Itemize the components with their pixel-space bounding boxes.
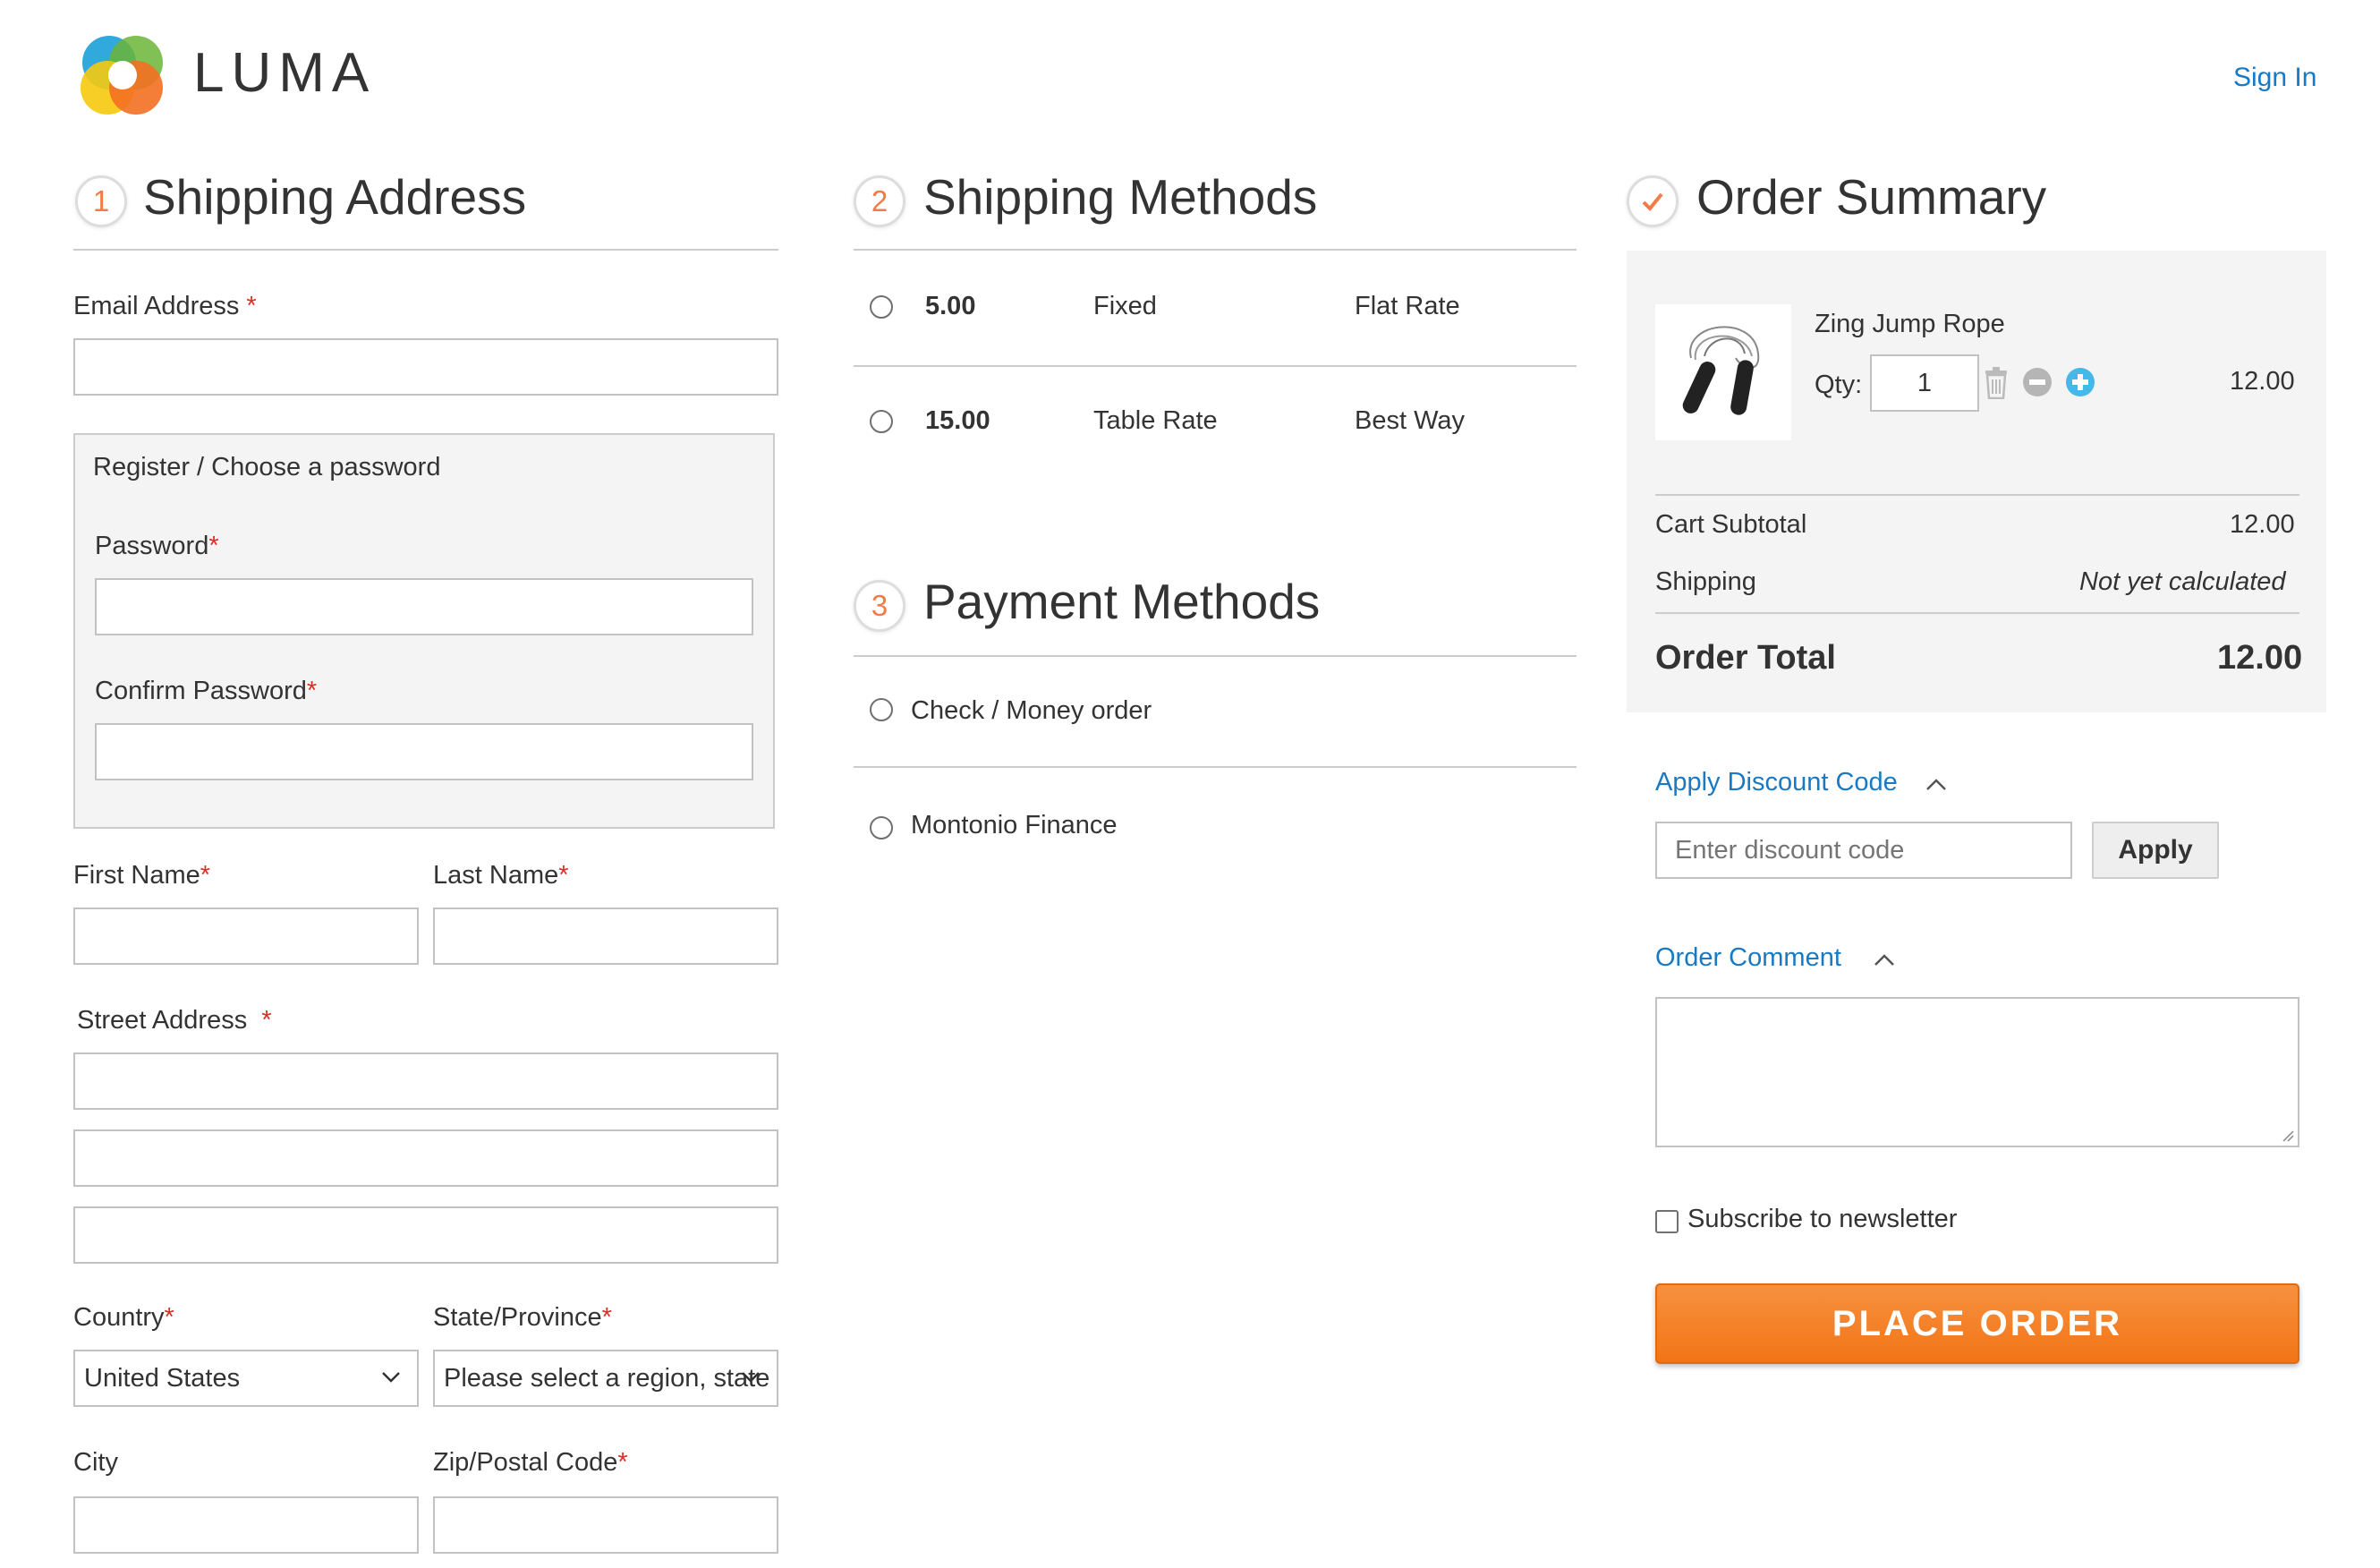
cart-subtotal-value: 12.00 — [2230, 510, 2295, 539]
first-name-field[interactable] — [73, 908, 419, 965]
street-line-1-field[interactable] — [73, 1052, 778, 1110]
logo-wordmark[interactable]: LUMA — [193, 41, 376, 105]
row-divider — [854, 766, 1577, 768]
country-label: Country* — [73, 1303, 174, 1332]
shipping-method-name: Fixed — [1093, 292, 1157, 320]
last-name-field[interactable] — [433, 908, 778, 965]
sign-in-link[interactable]: Sign In — [2233, 63, 2316, 93]
payment-method-radio[interactable] — [870, 698, 893, 721]
shipping-method-radio[interactable] — [870, 410, 893, 433]
product-thumbnail[interactable] — [1655, 304, 1791, 440]
last-name-label: Last Name* — [433, 861, 569, 890]
qty-label: Qty: — [1815, 371, 1863, 399]
city-label: City — [73, 1448, 118, 1477]
step-number-1: 1 — [75, 175, 127, 227]
shipping-method-radio[interactable] — [870, 295, 893, 319]
summary-divider — [1655, 494, 2299, 496]
place-order-button[interactable]: PLACE ORDER — [1655, 1283, 2299, 1364]
step-complete-check-icon — [1627, 175, 1679, 227]
discount-code-input[interactable]: Enter discount code — [1655, 822, 2072, 879]
chevron-up-icon[interactable] — [1925, 779, 1947, 791]
city-field[interactable] — [73, 1496, 419, 1554]
payment-methods-title: Payment Methods — [923, 574, 1321, 629]
shipping-method-name: Table Rate — [1093, 406, 1218, 435]
shipping-label: Shipping — [1655, 567, 1756, 596]
order-summary-title: Order Summary — [1696, 169, 2047, 225]
shipping-value: Not yet calculated — [2079, 567, 2286, 596]
payment-option-label[interactable]: Check / Money order — [911, 696, 1152, 726]
chevron-up-icon[interactable] — [1874, 954, 1895, 967]
email-field[interactable] — [73, 338, 778, 396]
shipping-price: 5.00 — [925, 292, 976, 320]
newsletter-label[interactable]: Subscribe to newsletter — [1687, 1205, 1957, 1234]
plus-icon[interactable] — [2065, 367, 2095, 397]
order-total-value: 12.00 — [2217, 639, 2303, 677]
state-select[interactable]: Please select a region, state or provinc… — [433, 1350, 778, 1407]
resize-handle-icon[interactable] — [2282, 1129, 2294, 1142]
password-label: Password* — [95, 532, 219, 560]
email-label: Email Address * — [73, 292, 257, 320]
shipping-address-title: Shipping Address — [143, 169, 527, 225]
register-title: Register / Choose a password — [93, 453, 441, 481]
quantity-field[interactable]: 1 — [1870, 354, 1979, 412]
summary-divider — [1655, 612, 2299, 614]
order-comment-textarea[interactable] — [1655, 997, 2299, 1147]
section-divider — [854, 655, 1577, 657]
state-value: Please select a region, state or provinc… — [444, 1364, 777, 1393]
street-address-label: Street Address * — [77, 1006, 272, 1035]
first-name-label: First Name* — [73, 861, 211, 890]
step-number-2: 2 — [854, 175, 905, 227]
trash-icon[interactable] — [1983, 367, 2010, 400]
order-comment-toggle[interactable]: Order Comment — [1655, 943, 1841, 973]
cart-subtotal-label: Cart Subtotal — [1655, 510, 1807, 539]
payment-option-label[interactable]: Montonio Finance — [911, 811, 1118, 840]
item-price: 12.00 — [2230, 367, 2295, 396]
password-field[interactable] — [95, 578, 753, 635]
street-line-3-field[interactable] — [73, 1206, 778, 1264]
shipping-methods-title: Shipping Methods — [923, 169, 1318, 225]
luma-logo-icon[interactable] — [75, 30, 170, 120]
order-total-label: Order Total — [1655, 639, 1836, 677]
minus-icon[interactable] — [2022, 367, 2053, 397]
street-line-2-field[interactable] — [73, 1129, 778, 1187]
section-divider — [854, 249, 1577, 251]
country-value: United States — [84, 1364, 241, 1393]
shipping-carrier-name: Flat Rate — [1355, 292, 1460, 320]
shipping-price: 15.00 — [925, 406, 990, 435]
confirm-password-field[interactable] — [95, 723, 753, 780]
chevron-down-icon — [742, 1372, 760, 1383]
payment-method-radio[interactable] — [870, 816, 893, 839]
zip-label: Zip/Postal Code* — [433, 1448, 628, 1477]
apply-discount-button[interactable]: Apply — [2092, 822, 2219, 879]
zip-field[interactable] — [433, 1496, 778, 1554]
state-label: State/Province* — [433, 1303, 612, 1332]
section-divider — [73, 249, 778, 251]
confirm-password-label: Confirm Password* — [95, 677, 318, 705]
country-select[interactable]: United States — [73, 1350, 419, 1407]
row-divider — [854, 365, 1577, 367]
shipping-carrier-name: Best Way — [1355, 406, 1466, 435]
chevron-down-icon — [382, 1372, 400, 1383]
apply-discount-toggle[interactable]: Apply Discount Code — [1655, 768, 1898, 797]
step-number-3: 3 — [854, 580, 905, 632]
product-name[interactable]: Zing Jump Rope — [1815, 310, 2005, 339]
newsletter-checkbox[interactable] — [1655, 1210, 1679, 1233]
